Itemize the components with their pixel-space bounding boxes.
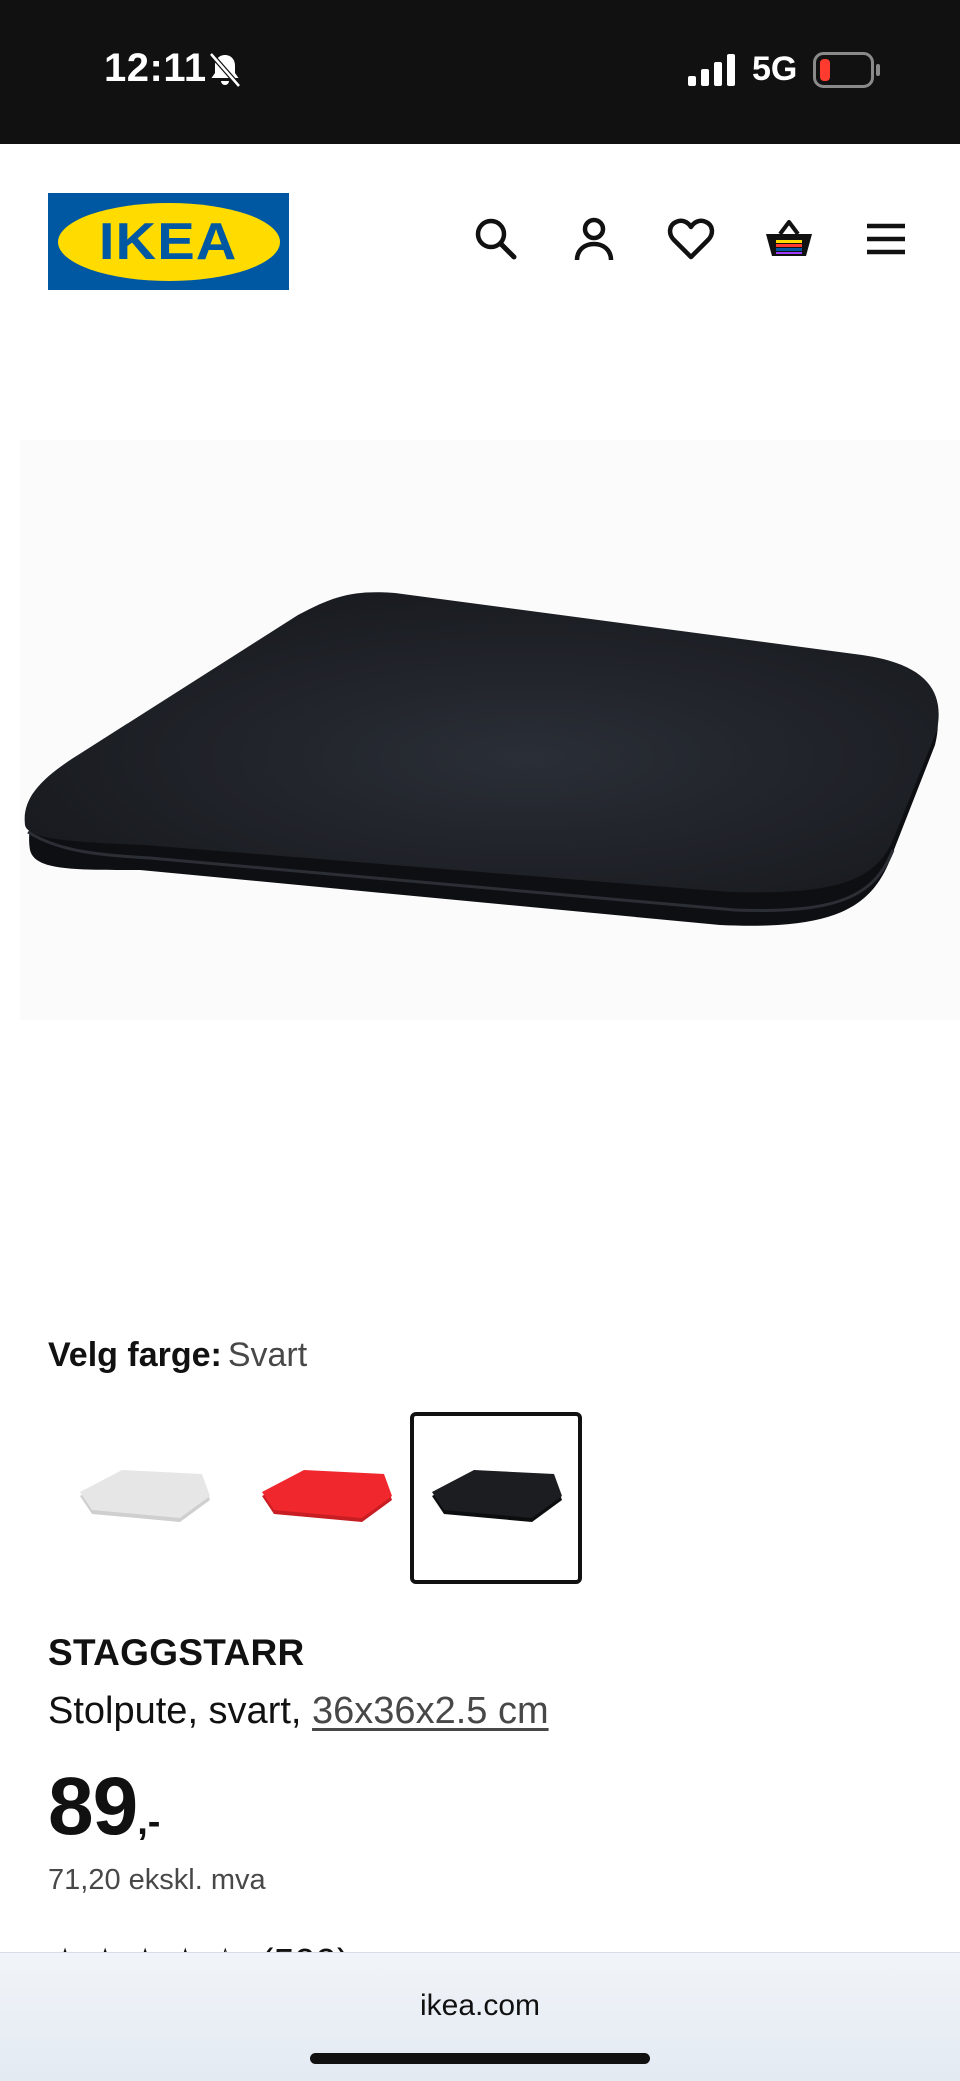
browser-address-bar[interactable]: ikea.com: [0, 1952, 960, 2081]
swatch-cushion-red: [262, 1470, 392, 1522]
color-selector-label: Velg farge: Svart: [48, 1336, 307, 1375]
swatch-cushion-black: [432, 1470, 562, 1522]
home-indicator[interactable]: [310, 2053, 650, 2064]
logo-oval: IKEA: [57, 202, 280, 281]
heart-icon[interactable]: [666, 214, 716, 264]
signal-bars-icon: [688, 54, 738, 86]
product-description-text: Stolpute, svart,: [48, 1690, 302, 1732]
price-suffix: ,-: [137, 1801, 161, 1843]
site-header: IKEA: [0, 144, 960, 300]
network-label: 5G: [752, 50, 798, 88]
color-label-text: Velg farge:: [48, 1336, 222, 1374]
product-gallery[interactable]: [0, 300, 960, 1504]
status-time: 12:11: [104, 46, 207, 90]
status-bar: 12:11 5G: [0, 0, 960, 144]
battery-low-icon: [813, 52, 881, 88]
product-measurement-link[interactable]: 36x36x2.5 cm: [312, 1690, 549, 1732]
product-page: 12:11 5G IKEA Velg farge: Svart STAGGSTA…: [0, 0, 960, 2081]
product-name: STAGGSTARR: [48, 1632, 305, 1673]
price-excl-vat: 71,20 ekskl. mva: [48, 1864, 266, 1896]
ikea-logo[interactable]: IKEA: [48, 193, 289, 290]
user-icon[interactable]: [569, 214, 619, 264]
price-integer: 89: [48, 1761, 138, 1852]
url-text[interactable]: ikea.com: [0, 1989, 960, 2023]
bell-slash-icon: [205, 50, 245, 90]
product-description: Stolpute, svart, 36x36x2.5 cm: [48, 1690, 549, 1733]
search-icon[interactable]: [471, 214, 521, 264]
logo-text: IKEA: [99, 212, 238, 271]
color-swatch-white[interactable]: [58, 1412, 230, 1584]
swatch-cushion-white: [80, 1470, 210, 1522]
product-image[interactable]: [0, 440, 960, 1040]
cart-icon[interactable]: [764, 214, 814, 264]
color-swatch-red[interactable]: [240, 1412, 412, 1584]
color-swatch-black[interactable]: [410, 1412, 582, 1584]
product-price: 89,-: [48, 1760, 160, 1854]
menu-icon[interactable]: [861, 214, 911, 264]
color-selected-value: Svart: [227, 1336, 308, 1374]
